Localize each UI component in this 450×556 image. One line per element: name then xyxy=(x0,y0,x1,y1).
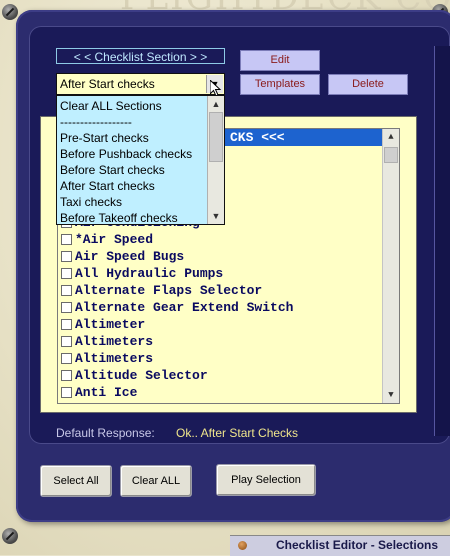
list-item[interactable]: Altimeters xyxy=(58,333,153,350)
list-item[interactable]: Anti Ice xyxy=(58,384,137,401)
clear-all-button[interactable]: Clear ALL xyxy=(120,465,192,497)
dropdown-option[interactable]: Before Takeoff checks xyxy=(60,210,178,224)
select-all-button[interactable]: Select All xyxy=(40,465,112,497)
templates-button[interactable]: Templates xyxy=(240,74,320,95)
list-item-label: Alternate Gear Extend Switch xyxy=(75,300,294,315)
list-item-label: Air Speed Bugs xyxy=(75,249,185,264)
default-response-label: Default Response: xyxy=(56,426,155,440)
list-item-label: Altitude Selector xyxy=(75,368,208,383)
dropdown-option[interactable]: Taxi checks xyxy=(60,194,122,210)
chevron-down-icon[interactable]: ▼ xyxy=(383,387,399,403)
checkbox[interactable] xyxy=(61,319,72,331)
edit-button[interactable]: Edit xyxy=(240,50,320,71)
list-item-label: Altimeters xyxy=(75,334,154,349)
checkbox[interactable] xyxy=(61,285,72,297)
taskbar-window-button[interactable]: Checklist Editor - Selections xyxy=(230,535,450,556)
checklist-section-label: < < Checklist Section > > xyxy=(56,48,225,64)
chevron-down-icon[interactable]: ▼ xyxy=(208,208,224,224)
dropdown-option[interactable]: Pre-Start checks xyxy=(60,130,149,146)
default-response-value: Ok.. After Start Checks xyxy=(176,426,299,440)
checkbox[interactable] xyxy=(61,353,72,365)
dropdown-option[interactable]: After Start checks xyxy=(60,178,155,194)
window-title: Checklist Editor - Selections xyxy=(276,538,439,552)
checkbox[interactable] xyxy=(61,234,72,246)
list-item[interactable]: All Hydraulic Pumps xyxy=(58,265,223,282)
checkbox[interactable] xyxy=(61,387,72,399)
checkbox[interactable] xyxy=(61,268,72,280)
section-select[interactable]: After Start checks ▼ xyxy=(56,73,225,95)
dropdown-option[interactable]: Clear ALL Sections xyxy=(60,98,162,114)
list-item[interactable]: Altitude Selector xyxy=(58,367,208,384)
right-panel-edge xyxy=(434,46,450,436)
section-select-value: After Start checks xyxy=(60,77,155,91)
list-item-label: All Hydraulic Pumps xyxy=(75,266,224,281)
play-selection-button[interactable]: Play Selection xyxy=(216,464,316,496)
dropdown-scrollbar[interactable]: ▲ ▼ xyxy=(207,96,224,224)
list-item-label: Alternate Flaps Selector xyxy=(75,283,263,298)
section-dropdown-list[interactable]: Clear ALL Sections ------------------ Pr… xyxy=(56,95,225,225)
list-item[interactable]: Alternate Flaps Selector xyxy=(58,282,262,299)
delete-button[interactable]: Delete xyxy=(328,74,408,95)
list-item[interactable]: Altimeters xyxy=(58,350,153,367)
list-item[interactable]: Alternate Gear Extend Switch xyxy=(58,299,293,316)
dropdown-option[interactable]: Before Start checks xyxy=(60,162,165,178)
scrollbar-thumb[interactable] xyxy=(384,147,398,163)
list-item-label: Altimeter xyxy=(75,317,146,332)
list-item[interactable]: Air Speed Bugs xyxy=(58,248,184,265)
dropdown-separator: ------------------ xyxy=(60,115,132,129)
rivet-icon xyxy=(2,528,18,544)
list-item-label: Anti Ice xyxy=(75,385,138,400)
checkbox[interactable] xyxy=(61,302,72,314)
checkbox[interactable] xyxy=(61,370,72,382)
checkbox[interactable] xyxy=(61,336,72,348)
list-item[interactable]: Altimeter xyxy=(58,316,145,333)
list-scrollbar[interactable]: ▲ ▼ xyxy=(382,129,399,403)
list-item[interactable]: *Air Speed xyxy=(58,231,153,248)
app-icon xyxy=(238,541,247,550)
list-item-label: Altimeters xyxy=(75,351,154,366)
scrollbar-thumb[interactable] xyxy=(209,112,223,162)
list-item-label: *Air Speed xyxy=(75,232,154,247)
dropdown-option[interactable]: Before Pushback checks xyxy=(60,146,192,162)
chevron-up-icon[interactable]: ▲ xyxy=(383,129,399,145)
checkbox[interactable] xyxy=(61,251,72,263)
rivet-icon xyxy=(2,4,18,20)
chevron-up-icon[interactable]: ▲ xyxy=(208,96,224,112)
